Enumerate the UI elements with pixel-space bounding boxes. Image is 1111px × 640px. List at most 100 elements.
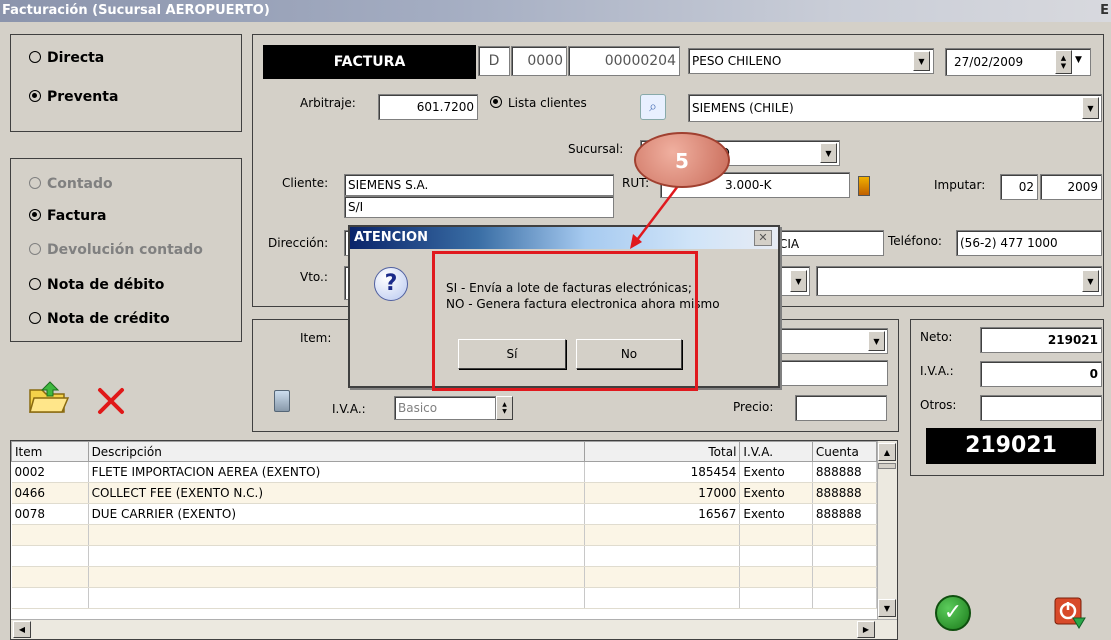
cell-descripcion: [88, 545, 586, 567]
currency-select[interactable]: PESO CHILENO: [688, 48, 934, 74]
cell-cuenta: 888888: [812, 482, 878, 504]
iva-label: I.V.A.:: [332, 402, 366, 416]
telefono-field[interactable]: (56-2) 477 1000: [956, 230, 1102, 256]
client-search-icon[interactable]: ⌕: [640, 94, 666, 120]
scroll-down-icon[interactable]: ▼: [878, 599, 896, 617]
radio-factura[interactable]: Factura: [29, 208, 107, 224]
cell-descripcion: FLETE IMPORTACION AEREA (EXENTO): [88, 461, 586, 483]
cell-cuenta: 888888: [812, 503, 878, 525]
calculator-icon[interactable]: [274, 390, 290, 412]
iva-spinner-icon[interactable]: ▲ ▼: [496, 396, 513, 420]
telefono-label: Teléfono:: [888, 234, 942, 248]
table-row[interactable]: 0078 DUE CARRIER (EXENTO) 16567 Exento 88888…: [11, 503, 878, 525]
scroll-right-icon[interactable]: ▶: [857, 621, 875, 638]
cell-item: [11, 566, 89, 588]
callout-badge: 5: [634, 132, 730, 188]
radio-nota-credito[interactable]: Nota de crédito: [29, 311, 170, 327]
radio-nota-debito[interactable]: Nota de débito: [29, 277, 164, 293]
col-total[interactable]: Total: [584, 441, 741, 462]
arbitraje-field[interactable]: 601.7200: [378, 94, 478, 120]
scroll-thumb[interactable]: [878, 463, 896, 469]
cell-cuenta: [812, 545, 878, 567]
cell-item: [11, 545, 89, 567]
exit-icon[interactable]: [1053, 596, 1087, 630]
chevron-down-icon[interactable]: ▼: [820, 143, 837, 163]
cell-item: [11, 587, 89, 609]
point-field[interactable]: 0000: [511, 46, 567, 76]
cell-item: 0002: [11, 461, 89, 483]
date-spinner-icon[interactable]: ▲ ▼: [1055, 50, 1072, 74]
col-cuenta[interactable]: Cuenta: [811, 441, 878, 462]
vto-extra-select[interactable]: [816, 266, 1102, 296]
cliente-name-field[interactable]: SIEMENS S.A.: [344, 174, 614, 196]
cell-descripcion: COLLECT FEE (EXENTO N.C.): [88, 482, 586, 504]
vertical-scrollbar[interactable]: ▲ ▼: [877, 441, 897, 619]
horizontal-scrollbar[interactable]: ◀ ▶: [11, 619, 897, 639]
cell-total: [584, 587, 741, 609]
iva-total-field: 0: [980, 361, 1102, 387]
currency-value: PESO CHILENO: [692, 54, 782, 68]
precio-field[interactable]: [795, 395, 887, 421]
cell-iva: Exento: [739, 461, 813, 483]
imputar-month-field[interactable]: 02: [1000, 174, 1038, 200]
question-icon: ?: [374, 267, 408, 301]
radio-circle-icon: [29, 177, 41, 189]
radio-preventa[interactable]: Preventa: [29, 89, 118, 105]
chevron-down-icon[interactable]: ▼: [1075, 55, 1082, 65]
iva-total-label: I.V.A.:: [920, 364, 954, 378]
col-iva[interactable]: I.V.A.: [739, 441, 813, 462]
radio-circle-icon: [29, 278, 41, 290]
table-row[interactable]: 0002 FLETE IMPORTACION AEREA (EXENTO) 1854…: [11, 461, 878, 483]
neto-field: 219021: [980, 327, 1102, 353]
arbitraje-label: Arbitraje:: [300, 96, 356, 110]
chevron-down-icon[interactable]: ▼: [790, 270, 807, 292]
items-table-container: Item Descripción Total I.V.A. Cuenta 000…: [10, 440, 898, 640]
table-row[interactable]: 0466 COLLECT FEE (EXENTO N.C.) 17000 Exento…: [11, 482, 878, 504]
scroll-up-icon[interactable]: ▲: [878, 443, 896, 461]
neto-label: Neto:: [920, 330, 953, 344]
cell-total: [584, 524, 741, 546]
col-descripcion[interactable]: Descripción: [87, 441, 586, 462]
imputar-year-field[interactable]: 2009: [1040, 174, 1102, 200]
confirm-check-icon[interactable]: ✓: [935, 595, 971, 631]
radio-circle-icon: [29, 312, 41, 324]
delete-x-icon[interactable]: [96, 386, 126, 416]
radio-contado[interactable]: Contado: [29, 176, 113, 192]
cell-cuenta: [812, 587, 878, 609]
window-title-end: E: [1100, 3, 1109, 18]
cliente-detail-field[interactable]: S/I: [344, 196, 614, 218]
table-row[interactable]: [11, 566, 878, 588]
series-field[interactable]: D: [478, 46, 510, 76]
cell-descripcion: [88, 524, 586, 546]
col-item[interactable]: Item: [11, 441, 89, 462]
cell-total: [584, 545, 741, 567]
chevron-down-icon[interactable]: ▼: [913, 51, 930, 71]
cell-iva: [739, 566, 813, 588]
cell-iva: [739, 587, 813, 609]
dialog-title: ATENCION: [354, 230, 428, 245]
cell-item: 0466: [11, 482, 89, 504]
cell-iva: [739, 524, 813, 546]
lista-clientes-radio[interactable]: Lista clientes: [490, 96, 587, 110]
items-table: Item Descripción Total I.V.A. Cuenta 000…: [11, 441, 878, 609]
scroll-left-icon[interactable]: ◀: [13, 621, 31, 638]
cell-iva: [739, 545, 813, 567]
cell-total: 185454: [584, 461, 741, 483]
open-folder-icon[interactable]: [28, 380, 70, 416]
client-combo[interactable]: SIEMENS (CHILE): [688, 94, 1102, 122]
chevron-down-icon[interactable]: ▼: [1082, 97, 1099, 119]
chevron-down-icon[interactable]: ▼: [1082, 270, 1099, 292]
table-row[interactable]: [11, 587, 878, 609]
radio-directa[interactable]: Directa: [29, 50, 104, 66]
table-row[interactable]: [11, 545, 878, 567]
cell-total: [584, 566, 741, 588]
dialog-close-icon[interactable]: ✕: [754, 230, 772, 246]
number-field[interactable]: 00000204: [568, 46, 680, 76]
radio-devolucion-contado[interactable]: Devolución contado: [29, 242, 203, 258]
table-row[interactable]: [11, 524, 878, 546]
chevron-down-icon[interactable]: ▼: [868, 331, 885, 351]
iva-select[interactable]: Basico: [394, 396, 496, 420]
radio-selected-icon: [29, 90, 41, 102]
card-icon[interactable]: [858, 176, 870, 196]
window-title-bar: Facturación (Sucursal AEROPUERTO) E: [0, 0, 1111, 22]
